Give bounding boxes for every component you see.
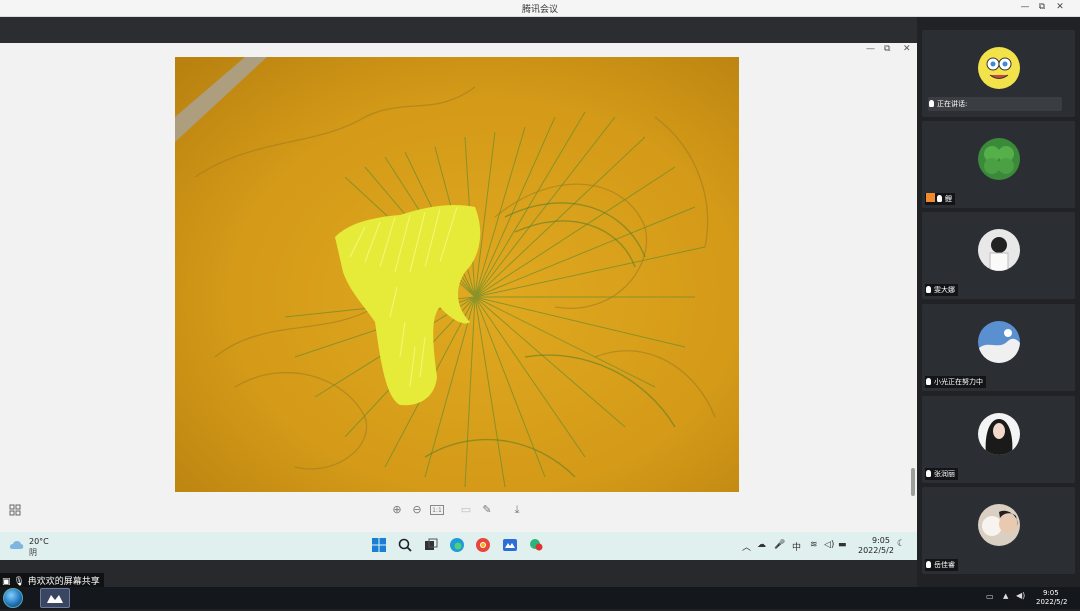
screen-share-name: 冉欢欢的屏幕共享 xyxy=(27,577,100,587)
outer-taskbar xyxy=(0,587,1080,609)
minimize-button[interactable]: — xyxy=(1019,2,1031,12)
participant-name-tag: 鲤 xyxy=(925,193,955,205)
crop-icon[interactable]: ▭ xyxy=(459,503,473,517)
participant-tile[interactable]: 小光正在努力中 xyxy=(922,304,1075,391)
save-download-icon[interactable]: ⤓ xyxy=(510,503,524,517)
share-status-strip xyxy=(0,560,917,587)
mic-icon xyxy=(937,195,942,202)
keyboard-tray-icon[interactable]: ▭ xyxy=(986,592,994,601)
participant-tile[interactable]: 岳佳睿 xyxy=(922,487,1075,574)
participant-name-tag: 岳佳睿 xyxy=(925,559,958,571)
speaker-tray-icon[interactable]: ◀) xyxy=(1016,591,1025,600)
wifi-icon[interactable]: ≋ xyxy=(810,540,818,550)
participant-name-tag: 雯大娜 xyxy=(925,284,958,296)
actual-size-icon[interactable]: 1:1 xyxy=(430,505,444,515)
scrollbar-thumb[interactable] xyxy=(911,468,915,496)
participant-avatar xyxy=(978,229,1020,271)
participant-tile[interactable]: 正在讲话: xyxy=(922,30,1075,117)
window-title: 腾讯会议 xyxy=(521,5,558,15)
participant-name-tag: 正在讲话: xyxy=(928,98,970,110)
mic-icon xyxy=(929,100,934,107)
title-bar: 腾讯会议 — ⧉ ✕ xyxy=(0,0,1080,17)
tray-overflow-chevron-icon[interactable]: ︿ xyxy=(742,540,751,553)
mic-muted-icon xyxy=(926,470,931,477)
share-mic-icon: 🎙 xyxy=(13,577,25,587)
participant-avatar xyxy=(978,504,1020,546)
ime-indicator[interactable]: 中 xyxy=(792,540,801,553)
mic-muted-icon xyxy=(926,286,931,293)
microphone-tray-icon[interactable]: 🎤 xyxy=(774,540,785,550)
search-icon[interactable] xyxy=(397,537,413,553)
participant-avatar xyxy=(978,138,1020,180)
wechat-work-icon[interactable] xyxy=(528,537,544,553)
embroidery-photo xyxy=(175,57,739,492)
edge-browser-icon[interactable] xyxy=(449,537,465,553)
chrome-browser-icon[interactable] xyxy=(475,537,491,553)
tencent-meeting-taskbar-icon[interactable] xyxy=(40,588,70,608)
close-button[interactable]: ✕ xyxy=(1054,2,1066,12)
mic-muted-icon xyxy=(926,561,931,568)
viewer-maximize-button[interactable]: ⧉ xyxy=(884,44,890,54)
participant-name-tag: 小光正在努力中 xyxy=(925,376,986,388)
participant-tile[interactable]: 雯大娜 xyxy=(922,212,1075,299)
participant-tile[interactable]: 张润丽 xyxy=(922,396,1075,483)
volume-icon[interactable]: ◁) xyxy=(824,540,834,550)
weather-condition: 阴 xyxy=(29,548,37,557)
meeting-header-band xyxy=(0,17,917,43)
task-view-icon[interactable] xyxy=(423,537,439,553)
clock-date[interactable]: 2022/5/2 xyxy=(858,546,894,555)
zoom-in-icon[interactable]: ⊕ xyxy=(390,503,404,517)
outer-clock-time[interactable]: 9:05 xyxy=(1043,589,1059,597)
edit-pencil-icon[interactable]: ✎ xyxy=(480,503,494,517)
windows-start-icon[interactable] xyxy=(371,537,387,553)
battery-icon[interactable]: ▬ xyxy=(838,540,847,550)
mic-muted-icon xyxy=(926,378,931,385)
tray-arrow-icon[interactable]: ▲ xyxy=(1003,592,1008,600)
screen-share-icon: ▣ xyxy=(2,577,11,587)
windows-orb-start-icon[interactable] xyxy=(3,588,23,608)
notification-moon-icon[interactable]: ☾ xyxy=(897,539,905,549)
restore-button[interactable]: ⧉ xyxy=(1036,2,1048,12)
clock-time[interactable]: 9:05 xyxy=(872,536,890,545)
viewer-minimize-button[interactable]: — xyxy=(866,44,875,54)
tencent-meeting-icon[interactable] xyxy=(502,537,518,553)
grid-view-icon[interactable] xyxy=(9,504,21,516)
outer-clock-date[interactable]: 2022/5/2 xyxy=(1036,598,1067,606)
screen-share-label: ▣ 🎙 冉欢欢的屏幕共享 xyxy=(0,573,104,587)
zoom-out-icon[interactable]: ⊖ xyxy=(410,503,424,517)
participant-avatar xyxy=(978,47,1020,89)
viewer-close-button[interactable]: ✕ xyxy=(903,44,911,54)
host-badge-icon xyxy=(926,193,935,202)
participant-avatar xyxy=(978,413,1020,455)
weather-cloud-icon xyxy=(9,541,24,549)
participant-avatar xyxy=(978,321,1020,363)
cloud-sync-icon[interactable]: ☁ xyxy=(757,540,766,550)
weather-temperature: 20°C xyxy=(29,537,49,546)
participant-name-tag: 张润丽 xyxy=(925,468,958,480)
participant-tile[interactable]: 鲤 xyxy=(922,121,1075,208)
